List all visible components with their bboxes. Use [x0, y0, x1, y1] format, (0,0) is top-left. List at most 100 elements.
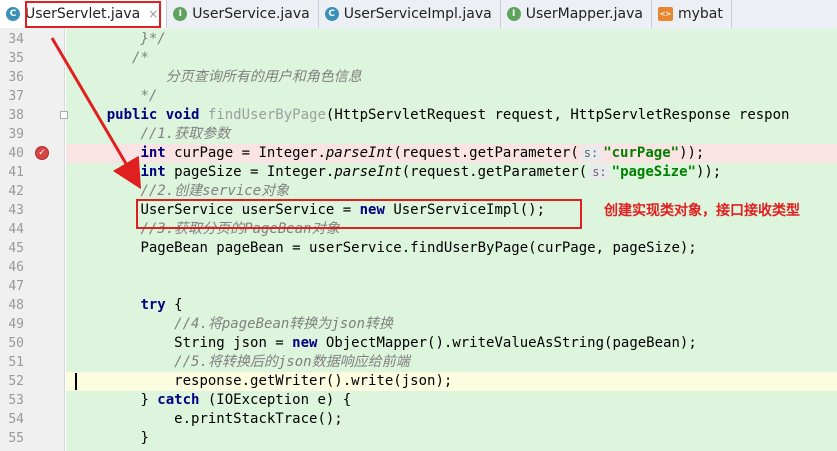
code-token: /* [132, 50, 149, 66]
code-editor[interactable]: 34 }*/35 /* 36 分页查询所有的用户和角色信息 37 */38 publ… [0, 29, 837, 451]
code-line[interactable]: 46 [0, 258, 837, 277]
tab-label: UserMapper.java [525, 6, 643, 22]
annotation-code-highlight [136, 199, 582, 229]
tab-usermapper-java[interactable]: I UserMapper.java [501, 0, 652, 28]
code-line[interactable]: 54 e.printStackTrace(); [0, 410, 837, 429]
code-token: e.printStackTrace(); [174, 411, 343, 427]
code-token: String json = [174, 335, 293, 351]
line-number: 51 [8, 355, 24, 370]
code-token: }*/ [140, 31, 166, 47]
code-line[interactable]: 40 ✓ int curPage = Integer.parseInt(reque… [0, 144, 837, 163]
line-number: 43 [8, 203, 24, 218]
line-number: 44 [8, 222, 24, 237]
code-token: //1.获取参数 [140, 126, 231, 142]
code-line[interactable]: 50 String json = new ObjectMapper().writ… [0, 334, 837, 353]
code-line[interactable]: 47 [0, 277, 837, 296]
line-number: 55 [8, 431, 24, 446]
code-text: } [73, 429, 149, 448]
code-token: new [292, 335, 326, 351]
line-number: 40 [8, 146, 24, 161]
code-line[interactable]: 36 分页查询所有的用户和角色信息 [0, 68, 837, 87]
tab-userserviceimpl-java[interactable]: C UserServiceImpl.java [319, 0, 501, 28]
code-text: PageBean pageBean = userService.findUser… [73, 239, 696, 258]
class-icon: C [6, 7, 20, 21]
code-text: } catch (IOException e) { [73, 391, 351, 410]
tab-label: mybat [677, 6, 723, 22]
code-token: { [174, 297, 183, 313]
code-text: /* [73, 49, 149, 68]
xml-icon: <> [657, 7, 673, 21]
code-token: response.getWriter().write(json); [174, 373, 453, 389]
code-token: "pageSize" [611, 164, 696, 180]
class-icon: C [324, 7, 339, 21]
code-token: (request.getParameter( [401, 164, 588, 180]
interface-icon: I [506, 7, 521, 21]
line-number: 49 [8, 317, 24, 332]
code-line[interactable]: 49 //4.将pageBean转换为json转换 [0, 315, 837, 334]
code-text: //1.获取参数 [73, 125, 230, 144]
line-number: 35 [8, 51, 24, 66]
code-line[interactable]: 48 try { [0, 296, 837, 315]
breakpoint-icon[interactable]: ✓ [35, 146, 49, 160]
code-line[interactable]: 52 response.getWriter().write(json); [0, 372, 837, 391]
line-number: 41 [8, 165, 24, 180]
line-number: 34 [8, 32, 24, 47]
code-token: catch [157, 392, 208, 408]
code-token: parseInt [325, 145, 394, 161]
tab-label: UserServiceImpl.java [343, 6, 492, 22]
tab-mybat[interactable]: <> mybat [652, 0, 732, 28]
code-line[interactable]: 35 /* [0, 49, 837, 68]
code-token: public void [106, 107, 208, 123]
code-text: int pageSize = Integer.parseInt(request.… [73, 163, 721, 182]
line-number: 54 [8, 412, 24, 427]
code-text: 分页查询所有的用户和角色信息 [73, 68, 362, 87]
code-line[interactable]: 41 int pageSize = Integer.parseInt(reque… [0, 163, 837, 182]
code-line[interactable]: 53 } catch (IOException e) { [0, 391, 837, 410]
code-token: curPage = Integer. [174, 145, 326, 161]
code-line[interactable]: 38 public void findUserByPage(HttpServle… [0, 106, 837, 125]
line-number: 53 [8, 393, 24, 408]
code-token: */ [140, 88, 158, 104]
code-text: String json = new ObjectMapper().writeVa… [73, 334, 697, 353]
code-token: "curPage" [603, 145, 680, 161]
code-text: */ [73, 87, 157, 106]
code-token: (request.getParameter( [393, 145, 579, 161]
code-line[interactable]: 45 PageBean pageBean = userService.findU… [0, 239, 837, 258]
tab-userservice-java[interactable]: I UserService.java [167, 0, 319, 28]
code-line[interactable]: 55 } [0, 429, 837, 448]
code-text: }*/ [73, 30, 166, 49]
line-number: 48 [8, 298, 24, 313]
code-token: 分页查询所有的用户和角色信息 [165, 69, 362, 85]
code-token: } [140, 430, 149, 446]
code-token: pageSize = Integer. [174, 164, 335, 180]
code-line[interactable]: 34 }*/ [0, 30, 837, 49]
code-line[interactable]: 39 //1.获取参数 [0, 125, 837, 144]
code-token: (HttpServletRequest request, HttpServlet… [325, 107, 790, 123]
code-token: //2.创建service对象 [140, 183, 290, 199]
code-line[interactable]: 51 //5.将转换后的json数据响应给前端 [0, 353, 837, 372]
line-number: 39 [8, 127, 24, 142]
line-number: 38 [8, 108, 24, 123]
code-token: parseInt [334, 164, 402, 180]
code-token: try [140, 297, 175, 313]
fold-icon[interactable] [60, 111, 68, 119]
code-text: //4.将pageBean转换为json转换 [73, 315, 393, 334]
code-text: //5.将转换后的json数据响应给前端 [73, 353, 409, 372]
code-line[interactable]: 37 */ [0, 87, 837, 106]
